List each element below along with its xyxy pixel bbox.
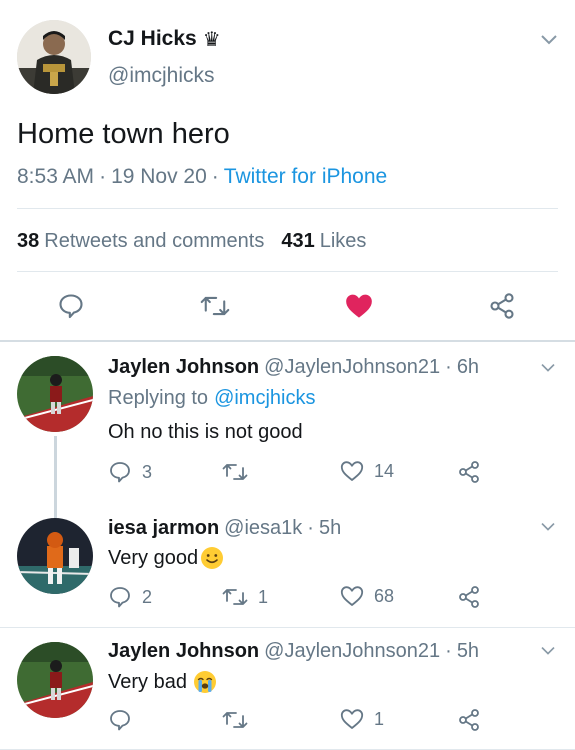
retweet-button[interactable]: 1 [222, 585, 268, 609]
reply-time[interactable]: 5h [319, 517, 341, 540]
like-icon-active[interactable] [345, 293, 373, 319]
reply-text-row: Very bad 😭 [108, 670, 217, 694]
like-button[interactable]: 14 [340, 460, 394, 482]
reply-author-name[interactable]: Jaylen Johnson [108, 640, 259, 663]
retweet-button[interactable] [222, 460, 258, 484]
reply-icon [110, 587, 130, 608]
share-icon[interactable] [488, 292, 516, 320]
reply-text: Very bad [108, 670, 187, 693]
share-icon[interactable] [457, 460, 481, 484]
reply-author-handle[interactable]: @iesa1k [224, 517, 302, 540]
reply-author-name[interactable]: Jaylen Johnson [108, 356, 259, 379]
reply-count: 3 [142, 461, 153, 482]
reply-author-name[interactable]: iesa jarmon [108, 517, 219, 540]
retweet-icon[interactable] [200, 292, 230, 320]
like-button[interactable]: 1 [340, 708, 384, 730]
retweets-label[interactable]: Retweets and comments [44, 230, 264, 253]
retweets-count[interactable]: 38 [17, 230, 39, 253]
reply-icon [110, 710, 130, 731]
reply-button[interactable] [108, 708, 142, 732]
reply-icon [110, 462, 130, 483]
meta-separator: · [99, 165, 107, 188]
reply-text: Very good [108, 546, 199, 569]
reply-header: iesa jarmon @iesa1k · 5h [108, 517, 341, 540]
meta-separator: · [211, 165, 219, 188]
tweet-time: 8:53 AM [17, 165, 95, 188]
replying-to-label: Replying to [108, 387, 209, 409]
retweet-button[interactable] [222, 708, 258, 732]
reply-count: 2 [142, 586, 153, 607]
meta-separator: · [445, 356, 452, 378]
meta-separator: · [445, 640, 452, 662]
chevron-down-icon[interactable] [539, 33, 559, 47]
tweet-text: Home town hero [17, 118, 230, 150]
author-avatar[interactable] [17, 20, 91, 94]
heart-icon [340, 709, 364, 729]
author-name[interactable]: CJ Hicks [108, 27, 197, 51]
share-icon[interactable] [457, 708, 481, 732]
reply-button[interactable]: 2 [108, 585, 152, 609]
reply-author-handle[interactable]: @JaylenJohnson21 [264, 640, 440, 663]
reply-time[interactable]: 6h [457, 356, 479, 379]
retweet-icon [222, 589, 248, 605]
tweet-source-link[interactable]: Twitter for iPhone [224, 165, 387, 189]
divider [0, 627, 575, 628]
like-count: 1 [374, 708, 385, 729]
reply-icon[interactable] [57, 292, 85, 320]
tweet-stats: 38 Retweets and comments 431 Likes [17, 230, 366, 253]
reply-time[interactable]: 5h [457, 640, 479, 663]
chevron-down-icon[interactable] [539, 521, 557, 533]
crying-emoji-icon [193, 671, 216, 693]
like-count: 68 [374, 585, 395, 606]
meta-separator: · [307, 517, 314, 539]
heart-icon [340, 586, 364, 606]
retweet-count: 1 [258, 586, 269, 607]
reply-text: Oh no this is not good [108, 421, 303, 443]
reply-avatar[interactable] [17, 518, 93, 594]
crown-badge-icon: ♛ [202, 27, 221, 51]
reply-avatar[interactable] [17, 642, 93, 718]
divider [17, 208, 558, 209]
reply-author-handle[interactable]: @JaylenJohnson21 [264, 356, 440, 379]
replying-to: Replying to @imcjhicks [108, 387, 315, 410]
reply-text-row: Very good 🙂 [108, 546, 224, 570]
tweet-meta: 8:53 AM · 19 Nov 20 · Twitter for iPhone [17, 165, 387, 189]
like-count: 14 [374, 460, 395, 481]
retweet-icon [222, 712, 248, 728]
replying-to-handle[interactable]: @imcjhicks [214, 387, 315, 410]
thread-line [54, 436, 57, 518]
smile-emoji-icon [201, 547, 224, 569]
reply-avatar[interactable] [17, 356, 93, 432]
chevron-down-icon[interactable] [539, 362, 557, 374]
reply-header: Jaylen Johnson @JaylenJohnson21 · 5h [108, 640, 479, 663]
retweet-icon [222, 464, 248, 480]
tweet-date: 19 Nov 20 [111, 165, 207, 188]
section-divider [0, 340, 575, 342]
reply-header: Jaylen Johnson @JaylenJohnson21 · 6h [108, 356, 479, 379]
reply-button[interactable]: 3 [108, 460, 152, 484]
divider [17, 271, 558, 272]
likes-label[interactable]: Likes [320, 230, 367, 253]
likes-count[interactable]: 431 [281, 230, 314, 253]
author-handle[interactable]: @imcjhicks [108, 64, 215, 88]
like-button[interactable]: 68 [340, 585, 394, 607]
chevron-down-icon[interactable] [539, 645, 557, 657]
heart-icon [340, 461, 364, 481]
share-icon[interactable] [457, 585, 481, 609]
